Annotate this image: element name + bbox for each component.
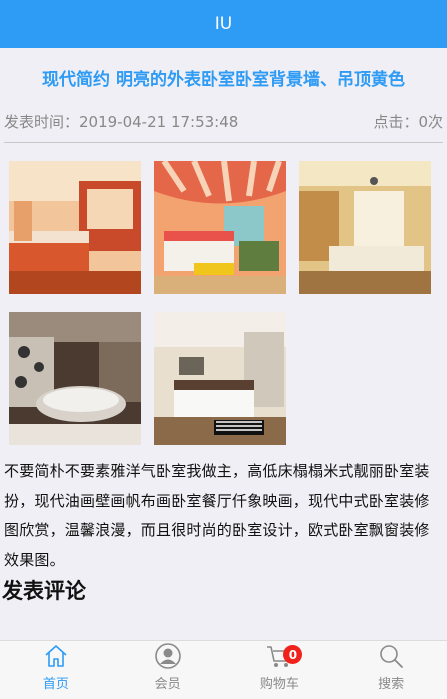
publish-time: 发表时间：2019-04-21 17:53:48 [4,113,239,131]
article-body: 不要简朴不要素雅洋气卧室我做主，高低床榻榻米式靓丽卧室装扮，现代油画壁画帆布画卧… [4,462,430,569]
app-header: IU [0,0,447,48]
home-icon [45,645,67,667]
tab-cart-label: 购物车 [259,677,299,692]
image-gallery [0,143,447,463]
click-count: 点击：0次 [373,113,443,131]
tab-search[interactable]: 搜索 [335,641,447,699]
bedroom-photo-1[interactable] [9,161,141,294]
bedroom-photo-3[interactable] [299,161,431,294]
search-icon [380,645,404,668]
tab-home-label: 首页 [42,677,69,692]
comment-heading: 发表评论 [2,579,86,603]
tab-search-label: 搜索 [378,677,405,692]
article-meta: 发表时间：2019-04-21 17:53:48 点击：0次 [0,92,447,142]
user-icon [154,643,181,669]
tab-cart[interactable]: 0 购物车 [224,641,336,699]
tab-member-label: 会员 [154,677,181,692]
tab-member[interactable]: 会员 [112,641,224,699]
tab-home[interactable]: 首页 [0,641,112,699]
app-title: IU [214,14,233,34]
article-title: 现代简约 明亮的外表卧室卧室背景墙、吊顶黄色 [42,70,405,90]
bedroom-photo-2[interactable] [154,161,286,294]
bedroom-photo-5[interactable] [154,312,286,445]
bottom-tab-bar: 首页 会员 0 购物车 搜索 [0,640,447,699]
article-content: 现代简约 明亮的外表卧室卧室背景墙、吊顶黄色 发表时间：2019-04-21 1… [0,48,447,640]
cart-count-badge: 0 [283,645,303,664]
bedroom-photo-4[interactable] [9,312,141,445]
